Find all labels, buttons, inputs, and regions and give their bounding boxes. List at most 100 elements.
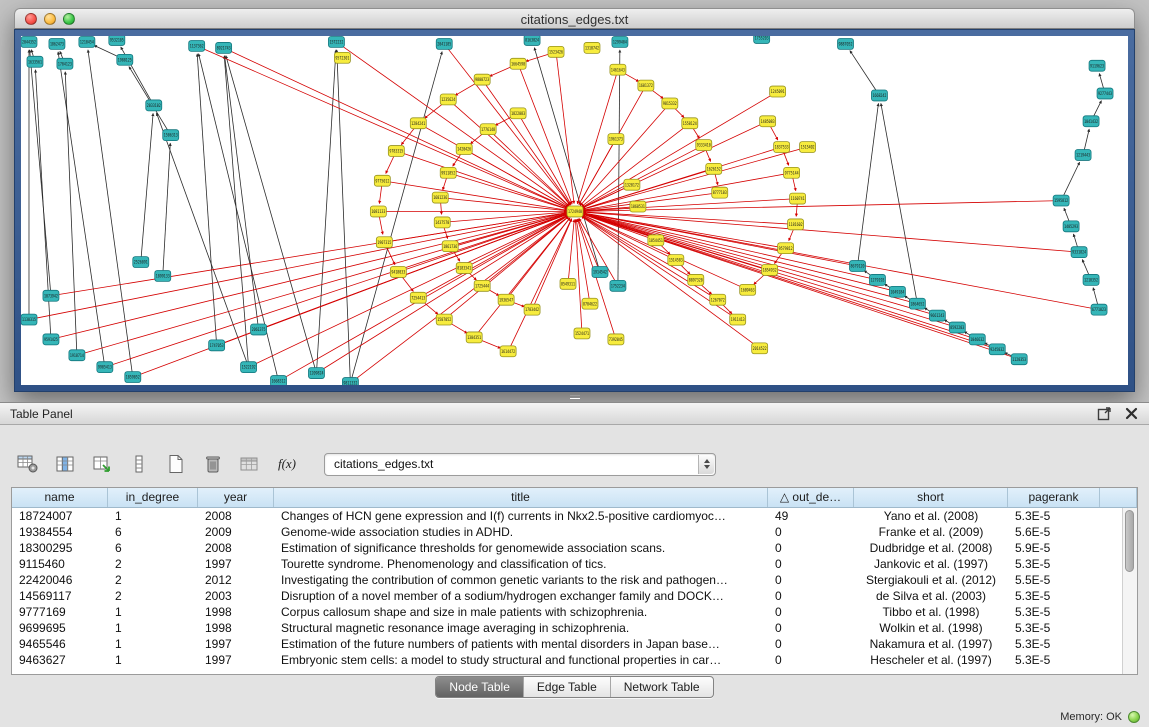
table-cell[interactable]: 49	[768, 508, 854, 524]
graph-node[interactable]: 1461643	[610, 64, 626, 75]
citation-edge-black[interactable]	[337, 50, 351, 383]
table-cell[interactable]: 5.5E-5	[1008, 572, 1100, 588]
table-selector-combobox[interactable]: citations_edges.txt	[324, 453, 716, 476]
graph-node[interactable]: 9911852	[440, 167, 456, 178]
graph-node[interactable]: 1137362	[189, 40, 205, 51]
graph-node[interactable]: 8921743	[216, 42, 232, 53]
graph-node[interactable]: 1507052	[436, 314, 452, 325]
graph-node[interactable]: 9661243	[929, 310, 945, 321]
citation-edge-red[interactable]	[77, 214, 567, 356]
graph-node[interactable]: 1854932	[762, 265, 778, 276]
graph-node[interactable]: 6771023	[1091, 304, 1107, 315]
graph-node[interactable]: 9591425	[43, 334, 59, 345]
column-header[interactable]: name	[12, 488, 108, 507]
graph-node[interactable]: 1595812	[1053, 195, 1069, 206]
table-cell[interactable]: Tibbo et al. (1998)	[854, 604, 1008, 620]
table-row[interactable]: 1938455462009Genome-wide association stu…	[12, 524, 1137, 540]
citation-edge-red[interactable]	[581, 216, 759, 348]
graph-node[interactable]: 2061375	[251, 324, 267, 335]
graph-node[interactable]: 1405293	[1063, 221, 1079, 232]
table-row[interactable]: 1830029562008Estimation of significance …	[12, 540, 1137, 556]
graph-node[interactable]: 1420426	[456, 144, 472, 155]
table-cell[interactable]: Corpus callosum shape and size in male p…	[274, 604, 768, 620]
graph-node[interactable]: 8549311	[560, 278, 576, 289]
graph-node[interactable]: 1776148	[480, 124, 496, 135]
graph-node[interactable]: 1609463	[740, 284, 756, 295]
table-scrollbar[interactable]	[1122, 508, 1137, 674]
tab-network-table[interactable]: Network Table	[610, 677, 713, 697]
table-cell[interactable]: 18724007	[12, 508, 108, 524]
table-row[interactable]: 2242004622012Investigating the contribut…	[12, 572, 1137, 588]
table-cell[interactable]: Estimation of significance thresholds fo…	[274, 540, 768, 556]
citation-edge-black[interactable]	[857, 103, 878, 266]
graph-node[interactable]: 1704123	[57, 58, 73, 69]
select-columns-button[interactable]	[88, 451, 116, 477]
citation-edge-red[interactable]	[249, 215, 568, 367]
graph-node[interactable]: 1320172	[624, 179, 640, 190]
table-cell[interactable]: 5.3E-5	[1008, 556, 1100, 572]
table-cell[interactable]: Tourette syndrome. Phenomenology and cla…	[274, 556, 768, 572]
column-header[interactable]: title	[274, 488, 768, 507]
graph-node[interactable]: 1862473	[49, 38, 65, 49]
graph-node[interactable]: 1049184	[889, 286, 905, 297]
table-cell[interactable]: 14569117	[12, 588, 108, 604]
window-titlebar[interactable]: citations_edges.txt	[14, 8, 1135, 29]
citation-edge-black[interactable]	[316, 50, 335, 373]
graph-node[interactable]: 8704622	[582, 298, 598, 309]
table-cell[interactable]: 0	[768, 636, 854, 652]
table-cell[interactable]: 2	[108, 588, 198, 604]
table-row[interactable]: 911546021997Tourette syndrome. Phenomeno…	[12, 556, 1137, 572]
graph-node[interactable]: 1724940	[567, 206, 583, 217]
table-cell[interactable]: 22420046	[12, 572, 108, 588]
citation-edge-black[interactable]	[850, 51, 880, 96]
panel-splitter[interactable]	[0, 392, 1149, 402]
graph-node[interactable]: 1245091	[770, 86, 786, 97]
graph-node[interactable]: 1304351	[466, 332, 482, 343]
network-canvas[interactable]: 1724940 1822083 1776148 1420426 9911852 16012…	[21, 36, 1128, 385]
table-cell[interactable]: 5.3E-5	[1008, 620, 1100, 636]
table-cell[interactable]: 0	[768, 652, 854, 668]
graph-node[interactable]: 9887052	[838, 38, 854, 49]
graph-node[interactable]: 8777103	[712, 187, 728, 198]
graph-node[interactable]: 8679120	[850, 261, 866, 272]
table-cell[interactable]: 2008	[198, 540, 274, 556]
table-cell[interactable]: 9777169	[12, 604, 108, 620]
citation-edge-red[interactable]	[583, 193, 720, 211]
graph-node[interactable]: 1755203	[754, 36, 770, 43]
graph-node[interactable]: 9815332	[662, 98, 678, 109]
citation-edge-red[interactable]	[518, 113, 571, 204]
graph-node[interactable]: 1437570	[434, 217, 450, 228]
table-cell[interactable]: 0	[768, 556, 854, 572]
graph-node[interactable]: 1601236	[432, 192, 448, 203]
graph-node[interactable]: 1522192	[241, 362, 257, 373]
citation-edge-black[interactable]	[30, 50, 51, 296]
graph-node[interactable]: 1822083	[510, 108, 526, 119]
table-cell[interactable]: 1998	[198, 604, 274, 620]
graph-node[interactable]: 1633561	[27, 56, 43, 67]
table-cell[interactable]: 2	[108, 556, 198, 572]
table-cell[interactable]: 2009	[198, 524, 274, 540]
graph-node[interactable]: 9905413	[97, 362, 113, 373]
table-cell[interactable]: de Silva et al. (2003)	[854, 588, 1008, 604]
table-cell[interactable]: 6	[108, 540, 198, 556]
table-cell[interactable]: Changes of HCN gene expression and I(f) …	[274, 508, 768, 524]
graph-node[interactable]: 1299404	[612, 36, 628, 47]
graph-node[interactable]: 1936547	[498, 294, 514, 305]
graph-node[interactable]: 1515402	[800, 142, 816, 153]
citation-edge-red[interactable]	[583, 214, 978, 339]
graph-node[interactable]: 1668242	[871, 90, 887, 101]
graph-node[interactable]: 9245032	[989, 344, 1005, 355]
table-row[interactable]: 969969511998Structural magnetic resonanc…	[12, 620, 1137, 636]
graph-node[interactable]: 1725444	[474, 280, 490, 291]
table-cell[interactable]: Hescheler et al. (1997)	[854, 652, 1008, 668]
table-cell[interactable]: Genome-wide association studies in ADHD.	[274, 524, 768, 540]
graph-node[interactable]: 1209824	[308, 368, 324, 379]
graph-node[interactable]: 1210352	[1083, 274, 1099, 285]
table-cell[interactable]: 0	[768, 524, 854, 540]
tab-edge-table[interactable]: Edge Table	[523, 677, 610, 697]
graph-node[interactable]: 1046632	[969, 334, 985, 345]
table-cell[interactable]: Jankovic et al. (1997)	[854, 556, 1008, 572]
citation-edge-black[interactable]	[350, 52, 442, 383]
column-header[interactable]: △ out_de…	[768, 488, 854, 507]
column-header[interactable]: in_degree	[108, 488, 198, 507]
